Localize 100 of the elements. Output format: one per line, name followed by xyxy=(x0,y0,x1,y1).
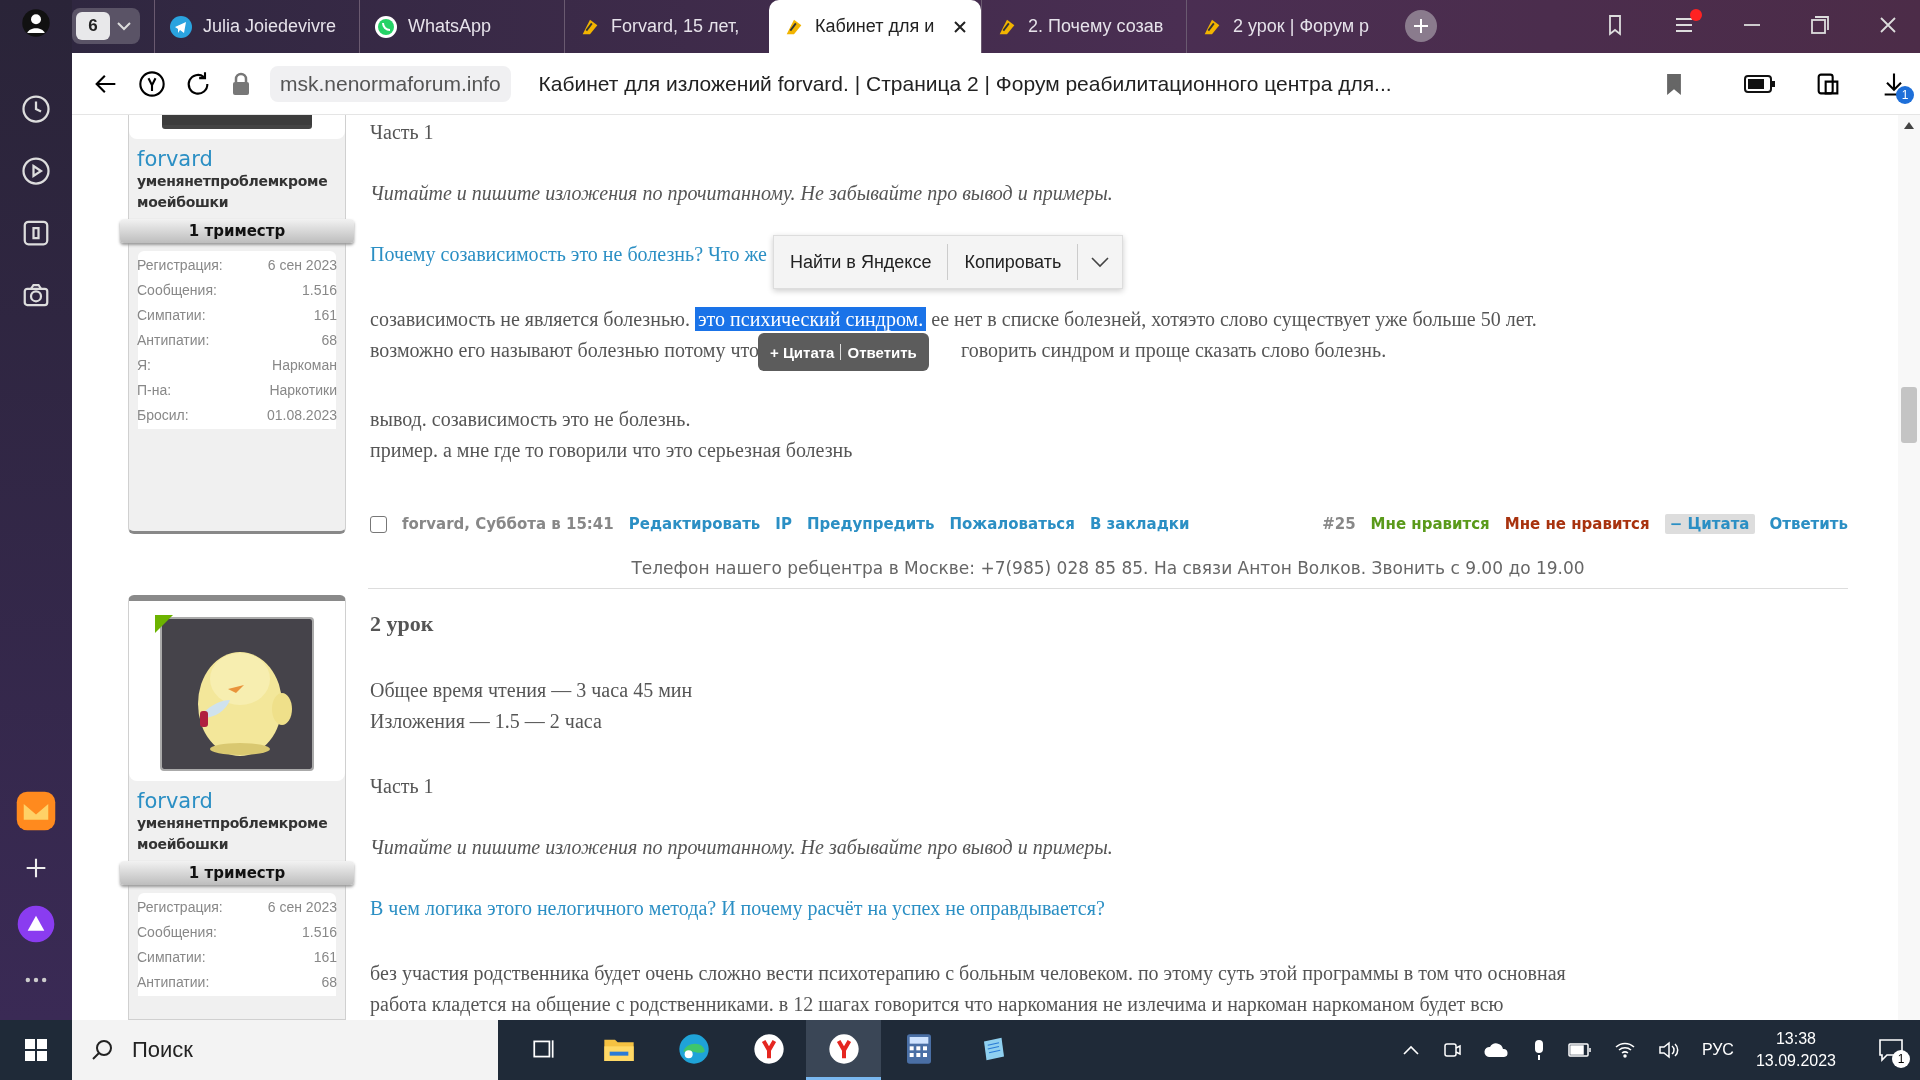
post-number[interactable]: #25 xyxy=(1322,515,1356,533)
assistant-icon[interactable] xyxy=(16,904,56,944)
search-icon xyxy=(90,1038,114,1062)
stat-value: 1.516 xyxy=(301,924,337,940)
selected-text: это психический синдром. xyxy=(695,307,927,331)
tabs-icon[interactable] xyxy=(21,218,51,248)
browser-y-icon[interactable] xyxy=(752,1032,785,1065)
stat-value: 68 xyxy=(321,332,337,348)
notification-icon[interactable] xyxy=(1878,1038,1904,1062)
post-text: Часть 1 xyxy=(370,121,435,144)
stat-value: 68 xyxy=(321,974,337,990)
question-heading: В чем логика этого нелогичного метода? И почему расчёт на успех не оправдывается? xyxy=(370,897,1105,920)
stat-value: 6 сен 2023 xyxy=(267,257,337,273)
post-action-link[interactable]: IP xyxy=(775,515,792,533)
post-text: вывод. созависимость это не болезнь. xyxy=(370,407,692,433)
post-text: пример. а мне где то говорили что это серьезная болезнь xyxy=(370,438,854,464)
scroll-up-icon[interactable] xyxy=(1904,121,1914,129)
post-action-link[interactable]: Пожаловаться xyxy=(949,515,1075,533)
new-tab-button[interactable] xyxy=(1405,10,1437,42)
stat-value: 1.516 xyxy=(301,282,337,298)
post-action-link[interactable]: Редактировать xyxy=(628,515,761,533)
stat-label: Симпатии: xyxy=(137,949,206,965)
post-meta: forvard, Суббота в 15:41 xyxy=(402,515,614,533)
chevron-down-icon[interactable] xyxy=(116,21,132,31)
cloud-icon[interactable] xyxy=(1483,1041,1510,1059)
swirl-globe-icon[interactable] xyxy=(677,1032,710,1065)
post-text: возможно его называют болезнью потому что xyxy=(370,339,759,361)
stat-value: Наркотики xyxy=(269,382,337,398)
post-text: работа кладется на общение с родственниками. в 12 шагах говорится что наркомания не излечима и наркоман наркоманом будет всю xyxy=(370,992,1505,1018)
stat-label: Регистрация: xyxy=(137,257,223,273)
reply-button[interactable]: Ответить xyxy=(847,336,917,368)
select-checkbox[interactable] xyxy=(370,515,387,533)
stat-label: Сообщения: xyxy=(137,924,217,940)
windows-logo-icon[interactable] xyxy=(24,1038,48,1062)
stat-label: Симпатии: xyxy=(137,307,206,323)
profile-icon[interactable] xyxy=(21,8,51,38)
phone-bubble-icon xyxy=(374,14,398,39)
post-text: созависимость не является болезнью. xyxy=(370,308,691,330)
stat-value: 01.08.2023 xyxy=(266,407,337,423)
rank-ribbon: 1 триместр xyxy=(120,219,354,243)
post-heading: 2 урок xyxy=(370,611,435,637)
menu-item[interactable]: Найти в Яндексе xyxy=(773,244,949,280)
menu-item[interactable]: Копировать xyxy=(948,244,1079,280)
stat-label: Антипатии: xyxy=(137,332,210,348)
search-field[interactable]: Поиск xyxy=(72,1020,498,1080)
post-action-link[interactable]: В закладки xyxy=(1089,515,1190,533)
notification-badge: 1 xyxy=(1892,1050,1910,1068)
calculator-icon[interactable] xyxy=(904,1032,933,1065)
post-text: ее нет в списке болезней, хотяэто слово существует уже больше 50 лет. xyxy=(931,308,1537,330)
download-badge: 1 xyxy=(1896,85,1914,104)
browser-tab[interactable]: Кабинет для и xyxy=(769,0,981,53)
browser-y-icon[interactable] xyxy=(827,1032,860,1065)
dislike-link[interactable]: Мне не нравится xyxy=(1504,515,1650,533)
user-title: уменянетпроблемкроме моейбошки xyxy=(137,814,329,854)
play-icon[interactable] xyxy=(21,156,51,186)
stat-value: Наркоман xyxy=(272,357,337,373)
speaker-icon[interactable] xyxy=(1657,1041,1680,1059)
post-text: Часть 1 xyxy=(370,775,435,798)
quote-button[interactable]: + Цитата xyxy=(770,336,835,368)
stat-label: Антипатии: xyxy=(137,974,210,990)
restore-icon[interactable] xyxy=(1808,13,1832,37)
stat-label: П-на: xyxy=(137,382,172,398)
paper-plane-icon xyxy=(169,14,193,39)
post-action-link[interactable]: Предупредить xyxy=(806,515,935,533)
rank-ribbon: 1 триместр xyxy=(120,861,354,885)
scrollbar-thumb[interactable] xyxy=(1901,387,1917,443)
post-text: Общее время чтения — 3 часа 45 мин xyxy=(370,678,694,704)
stat-label: Бросил: xyxy=(137,407,189,423)
lock-icon[interactable] xyxy=(230,71,252,96)
clock-icon[interactable] xyxy=(21,94,51,124)
stat-label: Сообщения: xyxy=(137,282,217,298)
y-circle-icon[interactable] xyxy=(138,69,166,98)
url-field[interactable]: msk.nenormaforum.info xyxy=(270,65,511,102)
page-title: Кабинет для изложений forvard. | Страница 2 | Форум реабилитационного центра для... xyxy=(538,71,1393,96)
battery-icon[interactable] xyxy=(1567,1043,1592,1057)
stat-label: Регистрация: xyxy=(137,899,223,915)
reply-link[interactable]: Ответить xyxy=(1769,515,1848,533)
meet-icon[interactable] xyxy=(1441,1040,1462,1060)
post-text: говорить синдром и проще сказать слово болезнь. xyxy=(961,339,1387,361)
clock-date[interactable]: 13.09.2023 xyxy=(1755,1052,1836,1070)
stat-value: 6 сен 2023 xyxy=(267,899,337,915)
stat-value: 161 xyxy=(313,949,337,965)
language-indicator[interactable]: РУС xyxy=(1701,1041,1734,1059)
like-link[interactable]: Мне нравится xyxy=(1370,515,1490,533)
stat-value: 161 xyxy=(313,307,337,323)
user-title: уменянетпроблемкроме моейбошки xyxy=(137,172,329,212)
chevron-down-icon xyxy=(1090,256,1111,268)
post-text: Читайте и пишите изложения по прочитанному. Не забывайте про вывод и примеры. xyxy=(370,836,1114,859)
plus-icon xyxy=(1412,17,1430,35)
mail-icon[interactable] xyxy=(15,790,57,832)
clock-time[interactable]: 13:38 xyxy=(1775,1030,1816,1048)
close-icon[interactable] xyxy=(953,19,967,34)
phone-notice: Телефон нашего ребцентра в Москве: +7(985) 028 85 85. На связи Антон Волков. Звонить с 9.00 до 19.00 xyxy=(368,544,1848,589)
post-text: без участия родственника будет очень сложно вести психотерапию с больным человеком. по этому суть этой программы в том что основная xyxy=(370,961,1567,987)
chevron-up-icon[interactable] xyxy=(1401,1044,1420,1056)
notification-dot xyxy=(1690,9,1702,21)
wifi-icon[interactable] xyxy=(1613,1041,1636,1059)
tab-count-button[interactable]: 6 xyxy=(72,8,140,44)
battery-icon[interactable] xyxy=(1744,74,1776,93)
stat-label: Я: xyxy=(137,357,151,373)
